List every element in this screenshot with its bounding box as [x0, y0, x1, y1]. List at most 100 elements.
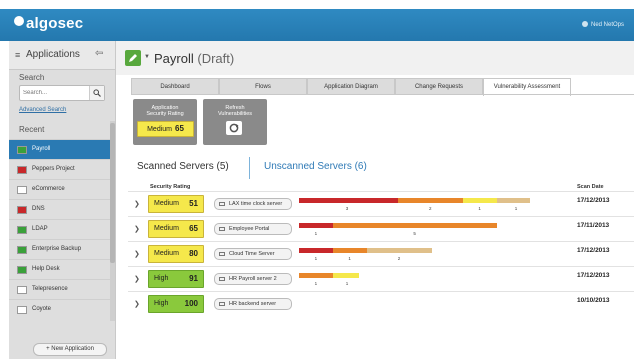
recent-item[interactable]: Enterprise Backup: [9, 239, 111, 259]
tab-scanned-servers[interactable]: Scanned Servers (5): [137, 161, 229, 172]
top-bar: algosec Ned NetOps: [0, 9, 634, 41]
recent-item[interactable]: eCommerce: [9, 179, 111, 199]
vulnerability-segment: [299, 198, 398, 203]
server-icon: [219, 252, 225, 256]
scan-date: 17/11/2013: [577, 222, 610, 229]
server-chip[interactable]: HR backend server: [214, 298, 292, 310]
recent-item[interactable]: LDAP: [9, 219, 111, 239]
vulnerability-segment: [332, 248, 367, 253]
chevron-right-icon[interactable]: ❯: [134, 275, 140, 283]
chevron-down-icon[interactable]: ▼: [144, 54, 150, 60]
server-name: Cloud Time Server: [229, 251, 275, 257]
scan-date: 17/12/2013: [577, 197, 610, 204]
chevron-right-icon[interactable]: ❯: [134, 200, 140, 208]
chevron-right-icon[interactable]: ❯: [134, 225, 140, 233]
table-row[interactable]: ❯ High 100 HR backend server 10/10/2013: [128, 291, 634, 316]
tab-bar: Dashboard Flows Application Diagram Change …: [131, 78, 571, 96]
refresh-button[interactable]: [226, 121, 242, 135]
vulnerability-count: 1: [314, 281, 318, 286]
status-square-icon: [17, 246, 27, 254]
hamburger-icon[interactable]: ≡: [15, 50, 20, 60]
recent-item-label: Payroll: [32, 146, 51, 152]
search-icon: [93, 89, 101, 97]
status-square-icon: [17, 306, 27, 314]
refresh-icon: [229, 123, 239, 133]
vulnerability-count: 1: [514, 206, 518, 211]
security-rating-badge: Medium 51: [148, 195, 204, 213]
server-chip[interactable]: HR Payroll server 2: [214, 273, 292, 285]
sidebar-scroll-thumb[interactable]: [110, 123, 115, 263]
server-icon: [219, 302, 225, 306]
refresh-caption-line2: Vulnerabilities: [217, 111, 253, 117]
security-rating-badge: High 100: [148, 295, 204, 313]
recent-item[interactable]: Telepresence: [9, 279, 111, 299]
vulnerability-segment: [299, 273, 333, 278]
recent-item[interactable]: Payroll: [9, 139, 111, 159]
vulnerability-count: 1: [345, 281, 349, 286]
rating-badge: Medium 65: [137, 121, 194, 137]
edit-button[interactable]: [125, 50, 141, 66]
server-chip[interactable]: Employee Portal: [214, 223, 292, 235]
rating-level: Medium: [147, 126, 172, 133]
main-panel: ▼ Payroll (Draft) Dashboard Flows Applicat…: [116, 41, 634, 359]
tab-dashboard[interactable]: Dashboard: [131, 78, 219, 95]
server-icon: [219, 202, 225, 206]
table-row[interactable]: ❯ High 91 HR Payroll server 2 1 1 17/12/2013: [128, 266, 634, 291]
sidebar: ≡ Applications ⇦ Search Advanced Search …: [9, 41, 116, 359]
security-rating-badge: High 91: [148, 270, 204, 288]
server-chip[interactable]: LAX time clock server: [214, 198, 292, 210]
status-square-icon: [17, 226, 27, 234]
vulnerability-segment: [397, 198, 463, 203]
app-name: Payroll: [154, 51, 194, 66]
search-input[interactable]: [23, 88, 83, 97]
vulnerability-count: 1: [348, 256, 351, 261]
recent-item[interactable]: DNS: [9, 199, 111, 219]
collapse-icon[interactable]: ⇦: [95, 48, 103, 59]
vulnerability-count: 1: [314, 231, 318, 236]
table-row[interactable]: ❯ Medium 51 LAX time clock server 3 2 1 1 17/12/…: [128, 191, 634, 216]
tab-unscanned-servers[interactable]: Unscanned Servers (6): [264, 161, 367, 172]
page-title: Payroll (Draft): [154, 51, 234, 66]
rating-score: 65: [189, 224, 198, 233]
rating-score: 51: [189, 199, 198, 208]
server-name: Employee Portal: [229, 226, 270, 232]
server-chip[interactable]: Cloud Time Server: [214, 248, 292, 260]
tab-divider: [131, 94, 634, 95]
vulnerability-segment: [366, 248, 432, 253]
search-label: Search: [19, 73, 45, 82]
vulnerability-segment: [332, 273, 359, 278]
user-menu[interactable]: Ned NetOps: [581, 21, 624, 28]
status-square-icon: [17, 206, 27, 214]
status-square-icon: [17, 166, 27, 174]
chevron-right-icon[interactable]: ❯: [134, 300, 140, 308]
server-icon: [219, 227, 225, 231]
refresh-vulnerabilities-card[interactable]: Refresh Vulnerabilities: [203, 99, 267, 145]
app-status: (Draft): [197, 51, 235, 66]
tab-flows[interactable]: Flows: [219, 78, 307, 95]
recent-item[interactable]: Peppers Project: [9, 159, 111, 179]
search-button[interactable]: [89, 86, 104, 100]
table-row[interactable]: ❯ Medium 80 Cloud Time Server 1 1 2 17/12/2013: [128, 241, 634, 266]
rating-level: Medium: [154, 225, 179, 232]
advanced-search-link[interactable]: Advanced Search: [19, 107, 66, 113]
server-name: HR Payroll server 2: [229, 276, 277, 282]
window-top-edge: [0, 0, 634, 9]
chevron-right-icon[interactable]: ❯: [134, 250, 140, 258]
vulnerability-count: 2: [429, 206, 432, 211]
new-application-button[interactable]: + New Application: [33, 343, 107, 356]
tab-application-diagram[interactable]: Application Diagram: [307, 78, 395, 95]
recent-item-label: Peppers Project: [32, 166, 75, 172]
gear-icon: [581, 21, 588, 27]
search-field[interactable]: [19, 85, 105, 101]
scan-date: 17/12/2013: [577, 247, 610, 254]
recent-item[interactable]: Help Desk: [9, 259, 111, 279]
column-security-rating: Security Rating: [150, 184, 191, 190]
rating-level: Medium: [154, 200, 179, 207]
rating-level: Medium: [154, 250, 179, 257]
algosec-logo[interactable]: algosec: [14, 15, 83, 32]
recent-item[interactable]: Coyote: [9, 299, 111, 319]
tab-change-requests[interactable]: Change Requests: [395, 78, 483, 95]
rating-caption-line2: Security Rating: [146, 111, 184, 117]
table-row[interactable]: ❯ Medium 65 Employee Portal 1 5 17/11/2013: [128, 216, 634, 241]
rating-score: 100: [184, 299, 198, 308]
